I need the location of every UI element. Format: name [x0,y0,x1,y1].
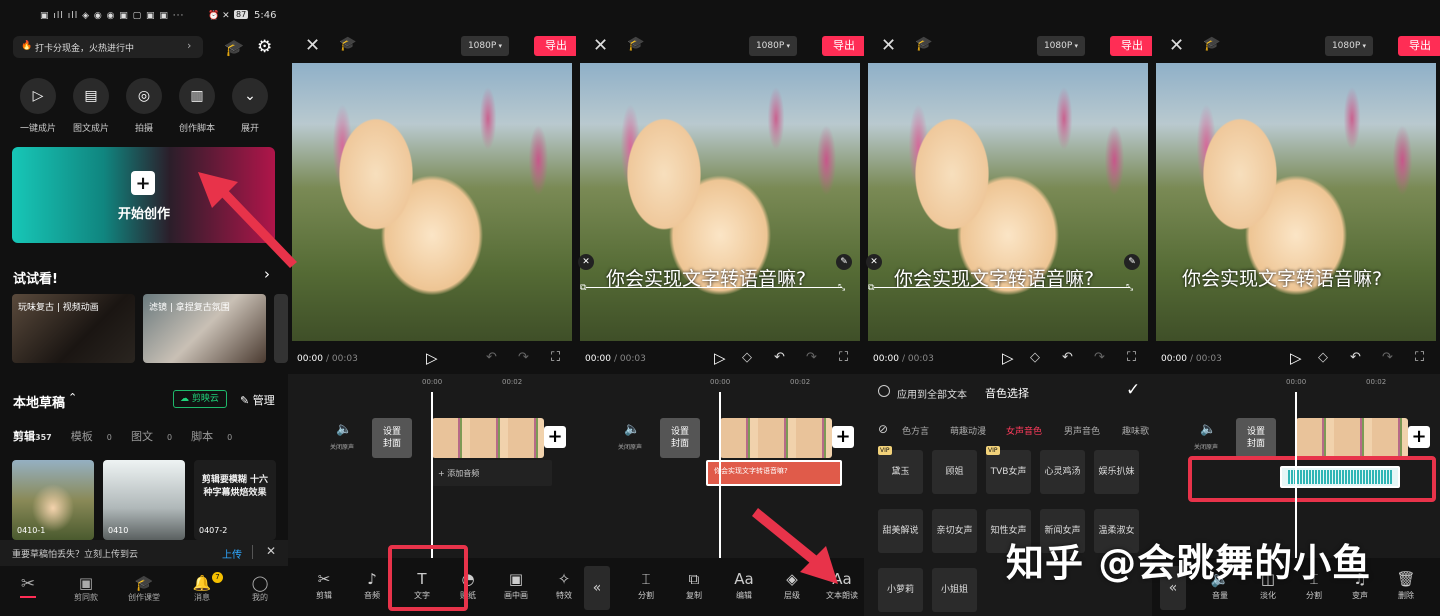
arrow-to-text-to-speech [752,508,838,584]
watermark: 知乎 @会跳舞的小鱼 [1006,541,1372,585]
annotation-arrows [198,172,838,584]
arrow-to-create [198,172,297,268]
